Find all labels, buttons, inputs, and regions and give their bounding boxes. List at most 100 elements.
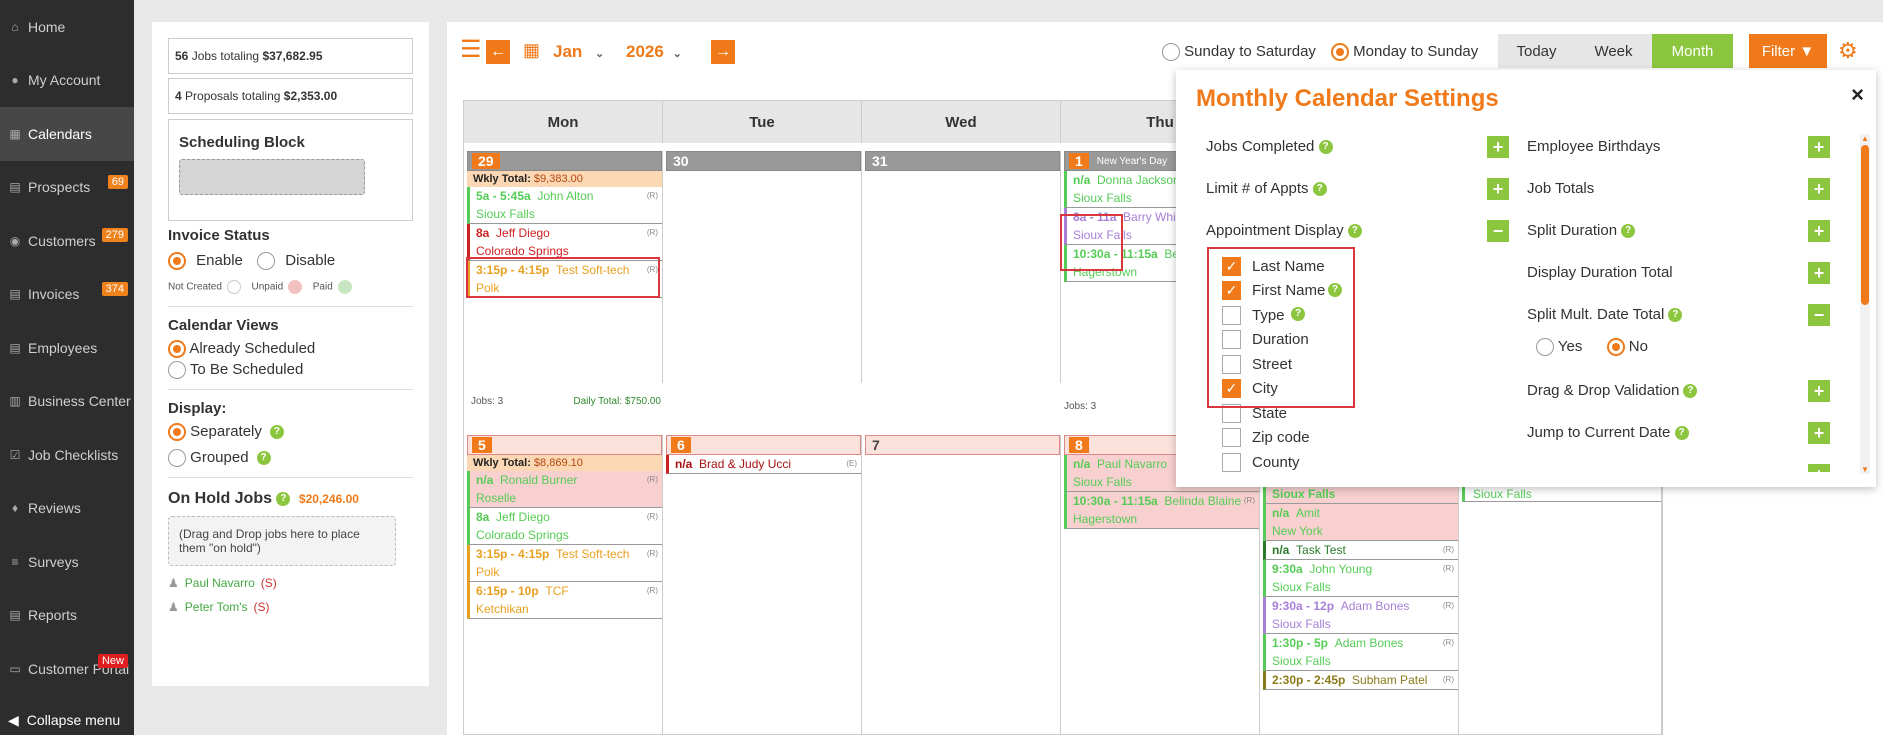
help-icon[interactable]: ? — [269, 425, 284, 440]
sidebar-item-home[interactable]: ⌂ Home — [0, 0, 134, 54]
appointment-display-toggle[interactable]: − — [1487, 220, 1509, 242]
scrollbar[interactable]: ▲ ▼ — [1860, 134, 1870, 474]
sidebar-item-surveys[interactable]: ≡ Surveys — [0, 535, 134, 589]
day-cell-6[interactable]: 6 n/a Brad & Judy Ucci (E) — [666, 435, 862, 735]
appointment[interactable]: 2:30p - 2:45p Subham Patel (R) — [1263, 671, 1458, 690]
on-hold-job[interactable]: ♟ Peter Tom's (S) — [168, 600, 413, 614]
scrollbar-thumb[interactable] — [1861, 145, 1869, 305]
appointment[interactable]: n/a Task Test (R) — [1263, 541, 1458, 560]
sidebar-item-invoices[interactable]: ▤ Invoices 374 — [0, 268, 134, 322]
help-icon[interactable]: ? — [1318, 140, 1333, 155]
sidebar-item-customer-portal[interactable]: ▭ Customer Portal New — [0, 642, 134, 696]
separately-radio[interactable] — [168, 423, 186, 442]
weekly-total: Wkly Total: $9,383.00 — [467, 171, 662, 187]
split-duration-toggle[interactable]: + — [1808, 220, 1830, 242]
check-county[interactable]: County — [1222, 450, 1325, 475]
help-icon[interactable]: ? — [1674, 426, 1689, 441]
appointment[interactable]: 9:30a John Young Sioux Falls (R) — [1263, 560, 1458, 597]
appointment[interactable]: 10:30a - 11:15a Belinda Blaine Hagerstown… — [1064, 492, 1259, 529]
year-select[interactable]: 2026 ⌄ — [626, 42, 682, 62]
appointment[interactable]: 6:15p - 10p TCF Ketchikan (R) — [467, 582, 662, 619]
mon-sun-option[interactable]: Monday to Sunday — [1331, 43, 1478, 62]
thumbs-up-icon: ♦ — [11, 501, 19, 516]
sidebar-item-reviews[interactable]: ♦ Reviews — [0, 482, 134, 536]
sidebar-item-job-checklists[interactable]: ☑ Job Checklists — [0, 428, 134, 482]
appointment[interactable]: 5a - 5:45a John Alton Sioux Falls (R) — [467, 187, 662, 224]
day-header-tue: Tue — [663, 101, 862, 143]
help-icon[interactable]: ? — [256, 451, 271, 466]
no-radio[interactable] — [1606, 338, 1625, 357]
week-button[interactable]: Week — [1575, 34, 1652, 68]
filter-button[interactable]: Filter ▼ — [1749, 34, 1827, 68]
day-cell-30[interactable]: 30 — [666, 151, 862, 383]
file-icon: ▤ — [9, 180, 21, 195]
help-icon[interactable]: ? — [1668, 308, 1683, 323]
enable-radio[interactable] — [168, 252, 186, 271]
yes-radio[interactable] — [1536, 338, 1554, 357]
appointment[interactable]: 8a Jeff Diego Colorado Springs (R) — [467, 224, 662, 261]
scroll-down-icon[interactable]: ▼ — [1860, 465, 1870, 474]
next-month-button[interactable]: → — [711, 40, 735, 64]
on-hold-dropzone[interactable]: (Drag and Drop jobs here to place them "… — [168, 516, 396, 567]
chevron-down-icon: ⌄ — [595, 48, 605, 60]
scheduling-block-dropzone[interactable] — [179, 159, 365, 195]
scroll-up-icon[interactable]: ▲ — [1860, 134, 1870, 143]
appointment[interactable]: n/a Ronald Burner Roselle (R) — [467, 471, 662, 508]
display-duration-total-toggle[interactable]: + — [1808, 262, 1830, 284]
sun-sat-option[interactable]: Sunday to Saturday — [1162, 43, 1316, 62]
month-button[interactable]: Month — [1652, 34, 1733, 68]
job-totals-toggle[interactable]: + — [1808, 178, 1830, 200]
appointment[interactable]: 3:15p - 4:15p Test Soft-tech Polk (R) — [467, 545, 662, 582]
month-select[interactable]: Jan ⌄ — [553, 42, 604, 62]
grouped-radio[interactable] — [168, 449, 186, 468]
help-icon[interactable]: ? — [1312, 182, 1327, 197]
to-be-scheduled-radio[interactable] — [168, 361, 186, 380]
help-icon[interactable]: ? — [1621, 224, 1636, 239]
appointment[interactable]: 9:30a - 12p Adam Bones Sioux Falls (R) — [1263, 597, 1458, 634]
drag-drop-validation-toggle[interactable]: + — [1808, 380, 1830, 402]
more-toggle[interactable]: + — [1808, 464, 1830, 472]
on-hold-job[interactable]: ♟ Paul Navarro (S) — [168, 576, 413, 590]
not-created-dot — [226, 280, 241, 295]
sidebar-item-prospects[interactable]: ▤ Prospects 69 — [0, 161, 134, 215]
sidebar-item-business-center[interactable]: ▥ Business Center — [0, 375, 134, 429]
appointment[interactable]: n/a Brad & Judy Ucci (E) — [666, 455, 861, 474]
check-zip-code[interactable]: Zip code — [1222, 426, 1325, 451]
today-button[interactable]: Today — [1498, 34, 1575, 68]
day-cell-31[interactable]: 31 — [865, 151, 1061, 383]
filter-icon: ▼ — [1799, 42, 1815, 60]
sidebar-item-employees[interactable]: ▤ Employees — [0, 321, 134, 375]
appointment[interactable]: 1:30p - 5p Adam Bones Sioux Falls (R) — [1263, 634, 1458, 671]
sidebar-item-calendars[interactable]: ▦ Calendars — [0, 107, 134, 161]
jump-current-date-toggle[interactable]: + — [1808, 422, 1830, 444]
prev-month-button[interactable]: ← — [486, 40, 510, 64]
disable-radio[interactable] — [257, 252, 276, 271]
person-icon: ♟ — [168, 600, 179, 615]
appointment[interactable]: 8a Jeff Diego Colorado Springs (R) — [467, 508, 662, 545]
sidebar-item-my-account[interactable]: ● My Account — [0, 54, 134, 108]
paid-dot — [337, 280, 352, 295]
gear-icon[interactable]: ⚙ — [1838, 38, 1858, 64]
employee-birthdays-toggle[interactable]: + — [1808, 136, 1830, 158]
person-icon: ♟ — [168, 576, 179, 591]
jobs-completed-toggle[interactable]: + — [1487, 136, 1509, 158]
help-icon[interactable]: ? — [1347, 224, 1362, 239]
limit-appts-toggle[interactable]: + — [1487, 178, 1509, 200]
help-icon[interactable]: ? — [1683, 384, 1698, 399]
menu-icon[interactable]: ☰ — [460, 38, 482, 62]
already-scheduled-radio[interactable] — [168, 340, 186, 359]
checkbox[interactable] — [1222, 452, 1241, 472]
split-mult-date-total-toggle[interactable]: − — [1808, 304, 1830, 326]
sidebar-item-reports[interactable]: ▤ Reports — [0, 589, 134, 643]
sidebar: ⌂ Home ● My Account ▦ Calendars ▤ Prospects 69 ◉ C… — [0, 0, 134, 735]
close-icon[interactable]: × — [1851, 82, 1864, 108]
day-cell-5[interactable]: 5 Wkly Total: $8,869.10 n/a Ronald Burne… — [467, 435, 663, 735]
help-icon[interactable]: ? — [276, 491, 291, 506]
day-cell-7[interactable]: 7 — [865, 435, 1061, 735]
collapse-menu-button[interactable]: ◀ Collapse menu — [0, 705, 134, 735]
count-badge: 69 — [107, 174, 128, 189]
appointment[interactable]: n/a Amit New York — [1263, 504, 1458, 541]
checkbox[interactable] — [1222, 428, 1241, 448]
appointment[interactable]: Sioux Falls — [1263, 485, 1458, 504]
sidebar-item-customers[interactable]: ◉ Customers 279 — [0, 214, 134, 268]
